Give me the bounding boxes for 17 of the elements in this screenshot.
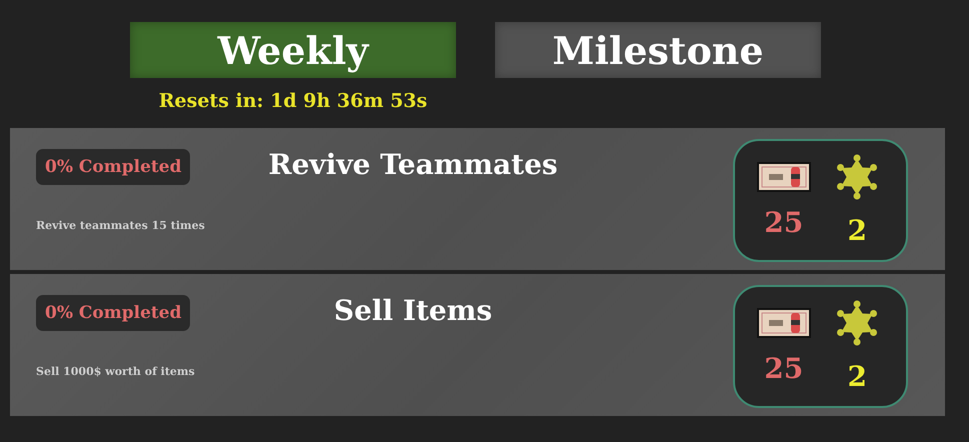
progress-badge: 0% Completed <box>36 149 190 185</box>
reward-amount: 25 <box>764 352 804 385</box>
sheriff-star-icon <box>835 300 880 346</box>
challenge-description: Revive teammates 15 times <box>36 219 205 232</box>
sheriff-star-icon <box>835 154 880 200</box>
banknote-icon <box>756 308 811 338</box>
challenge-title: Sell Items <box>332 293 494 329</box>
challenge-description: Sell 1000$ worth of items <box>36 365 195 378</box>
tab[interactable]: Milestone <box>495 22 821 78</box>
reward-amount: 2 <box>848 214 867 247</box>
tab[interactable]: Weekly <box>130 22 456 78</box>
reward-amount: 25 <box>764 206 804 239</box>
progress-badge: 0% Completed <box>36 295 190 331</box>
reward-amount: 2 <box>848 360 867 393</box>
reset-timer: Resets in: 1d 9h 36m 53s <box>158 90 428 112</box>
banknote-icon <box>756 162 811 192</box>
challenge-title: Revive Teammates <box>267 147 559 183</box>
